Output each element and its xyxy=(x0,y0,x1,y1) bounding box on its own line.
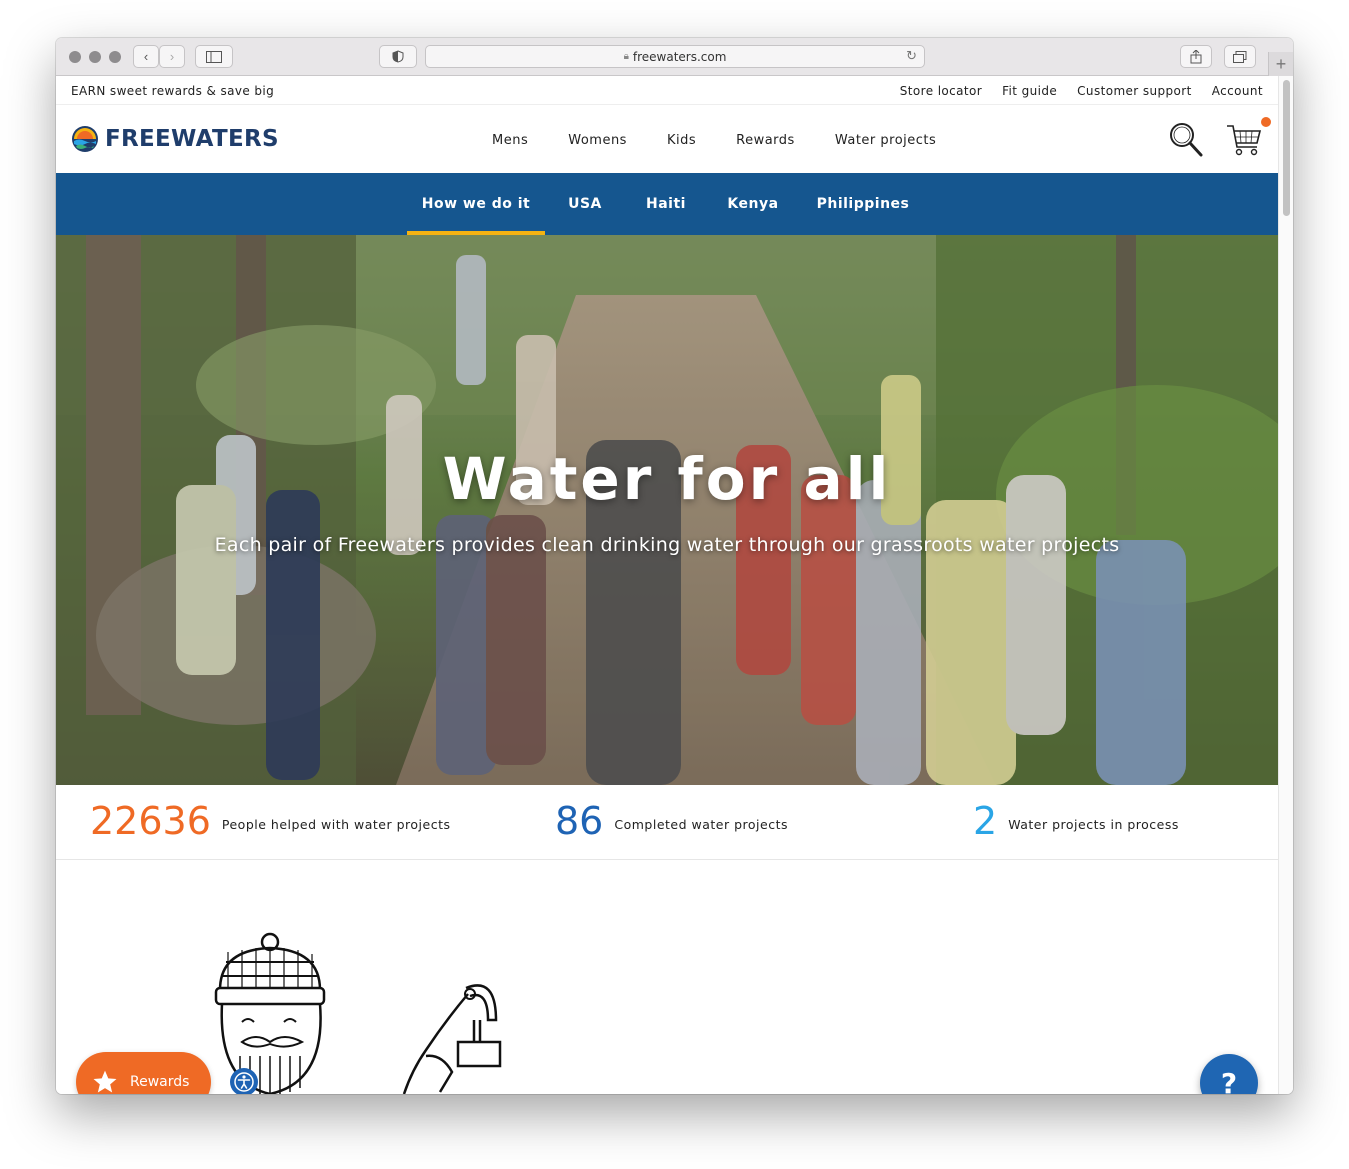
star-icon xyxy=(93,1070,117,1093)
stat-label: People helped with water projects xyxy=(221,816,451,832)
stat-label: Water projects in process xyxy=(1008,816,1179,832)
chevron-left-icon: ‹ xyxy=(143,49,149,64)
web-page: EARN sweet rewards & save big Store loca… xyxy=(56,76,1278,1094)
sidebar-toggle-button[interactable] xyxy=(195,45,233,68)
logo-wordmark: FREEWATERS xyxy=(105,126,279,152)
accessibility-button[interactable] xyxy=(230,1068,258,1094)
nav-item-womens[interactable]: Womens xyxy=(568,133,627,148)
tabs-overview-button[interactable] xyxy=(1224,45,1256,68)
stat-value: 22636 xyxy=(90,799,211,843)
logo-mark-icon xyxy=(72,126,98,152)
nav-item-water-projects[interactable]: Water projects xyxy=(835,133,936,148)
water-pump-illustration xyxy=(402,984,502,1094)
tab-usa[interactable]: USA xyxy=(556,173,614,235)
back-button[interactable]: ‹ xyxy=(133,45,159,68)
sidebar-icon xyxy=(206,50,222,63)
accessibility-icon xyxy=(234,1072,254,1092)
stat-label: Completed water projects xyxy=(614,816,788,832)
tab-philippines[interactable]: Philippines xyxy=(816,173,910,235)
browser-toolbar: ‹ › 🔒︎ freewaters.com ↻ + xyxy=(56,38,1293,76)
customer-support-link[interactable]: Customer support xyxy=(1077,84,1192,98)
privacy-report-button[interactable] xyxy=(379,45,417,68)
tabs-icon xyxy=(1233,50,1247,63)
cart-notification-dot xyxy=(1261,117,1271,127)
store-locator-link[interactable]: Store locator xyxy=(900,84,982,98)
rewards-label: Rewards xyxy=(130,1074,190,1090)
hero-banner: Water for all Each pair of Freewaters pr… xyxy=(56,235,1278,785)
stat-completed-projects: 86 Completed water projects xyxy=(555,799,788,843)
minimize-window-button[interactable] xyxy=(89,51,101,63)
promo-text[interactable]: EARN sweet rewards & save big xyxy=(71,84,274,98)
nav-item-mens[interactable]: Mens xyxy=(492,133,528,148)
nav-item-kids[interactable]: Kids xyxy=(667,133,696,148)
rewards-launcher-button[interactable]: Rewards xyxy=(76,1052,211,1094)
lock-icon: 🔒︎ xyxy=(623,51,629,62)
fit-guide-link[interactable]: Fit guide xyxy=(1002,84,1057,98)
reload-icon[interactable]: ↻ xyxy=(906,49,917,64)
search-icon[interactable] xyxy=(1168,121,1204,159)
forward-button[interactable]: › xyxy=(159,45,185,68)
close-window-button[interactable] xyxy=(69,51,81,63)
utility-links: Store locator Fit guide Customer support… xyxy=(900,84,1263,98)
impact-stats: 22636 People helped with water projects … xyxy=(56,785,1278,860)
stat-projects-in-process: 2 Water projects in process xyxy=(973,799,1179,843)
zoom-window-button[interactable] xyxy=(109,51,121,63)
new-tab-button[interactable]: + xyxy=(1268,52,1293,76)
share-icon xyxy=(1190,49,1202,63)
tab-kenya[interactable]: Kenya xyxy=(722,173,784,235)
chevron-right-icon: › xyxy=(169,49,175,64)
url-text: freewaters.com xyxy=(632,49,727,64)
plus-icon: + xyxy=(1275,53,1287,74)
browser-window: ‹ › 🔒︎ freewaters.com ↻ + EARN sweet rew… xyxy=(56,38,1293,1094)
tab-how-we-do-it[interactable]: How we do it xyxy=(407,173,545,235)
nav-item-rewards[interactable]: Rewards xyxy=(736,133,795,148)
share-button[interactable] xyxy=(1180,45,1212,68)
main-header: FREEWATERS Mens Womens Kids Rewards Wate… xyxy=(56,105,1278,173)
address-bar[interactable]: 🔒︎ freewaters.com ↻ xyxy=(425,45,925,68)
hero-subtitle: Each pair of Freewaters provides clean d… xyxy=(214,534,1120,556)
shield-icon xyxy=(392,50,404,63)
account-link[interactable]: Account xyxy=(1212,84,1263,98)
hero-title: Water for all xyxy=(442,445,892,513)
bearded-man-illustration xyxy=(214,932,326,1094)
scrollbar-thumb[interactable] xyxy=(1283,80,1290,216)
cart-icon[interactable] xyxy=(1226,121,1262,159)
page-scrollbar[interactable] xyxy=(1278,76,1293,1094)
primary-nav: Mens Womens Kids Rewards Water projects xyxy=(492,133,936,148)
stat-people-helped: 22636 People helped with water projects xyxy=(90,799,451,843)
illustration-section xyxy=(56,860,1278,1094)
water-projects-subnav: How we do it USA Haiti Kenya Philippines xyxy=(56,173,1278,235)
tab-haiti[interactable]: Haiti xyxy=(640,173,692,235)
logo[interactable]: FREEWATERS xyxy=(71,125,279,153)
stat-value: 86 xyxy=(555,799,604,843)
stat-value: 2 xyxy=(973,799,998,843)
question-mark-icon: ? xyxy=(1220,1066,1238,1095)
promo-bar: EARN sweet rewards & save big Store loca… xyxy=(56,76,1278,105)
